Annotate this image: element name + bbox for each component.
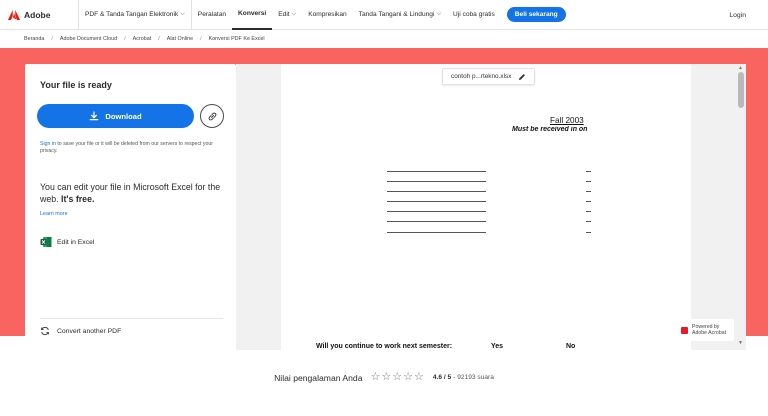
adobe-logo-icon (8, 9, 20, 20)
download-button[interactable]: Download (37, 104, 194, 128)
panel-divider (40, 318, 223, 319)
rating-label: Nilai pengalaman Anda (274, 372, 363, 383)
form-line (387, 211, 486, 212)
adobe-logo[interactable]: Adobe (0, 0, 78, 30)
form-dash (586, 211, 591, 212)
nav-item-konversi[interactable]: Konversi (232, 0, 273, 30)
nav-item-kompresikan[interactable]: Kompresikan (302, 0, 352, 30)
doc-no: No (566, 343, 576, 350)
doc-subtitle: Must be received in on (512, 126, 587, 133)
breadcrumb-separator: / (200, 36, 202, 42)
nav-item-label: Konversi (238, 10, 267, 17)
edit-in-excel-label: Edit in Excel (57, 238, 95, 246)
nav-item-uji-coba[interactable]: Uji coba gratis (447, 0, 501, 30)
powered-line2: Adobe Acrobat (692, 330, 727, 336)
doc-title: Fall 2003 (550, 116, 584, 125)
edit-promo-text: You can edit your file in Microsoft Exce… (40, 181, 230, 205)
excel-icon (40, 237, 52, 247)
star-icon[interactable]: ☆ (403, 372, 413, 383)
nav-item-label: Tanda Tangani & Lindungi (358, 11, 435, 18)
result-panel: Your file is ready Download Sign in to s… (25, 64, 236, 350)
rating-score: 4.6 / 5 (432, 374, 452, 381)
powered-by-badge[interactable]: Powered by Adobe Acrobat (676, 319, 734, 341)
scroll-down-icon[interactable]: ▼ (738, 340, 743, 346)
file-name-pill[interactable]: contoh p...rtekno.xlsx (442, 68, 536, 85)
breadcrumb-item[interactable]: Beranda (24, 36, 44, 42)
form-line (387, 221, 486, 222)
login-link[interactable]: Login (729, 0, 746, 30)
rating-section: Nilai pengalaman Anda ☆ ☆ ☆ ☆ ☆ 4.6 / 5 … (0, 372, 768, 383)
form-dash (586, 171, 591, 172)
rating-votes: - 92193 suara (453, 374, 494, 381)
nav-item-label: Edit (278, 11, 290, 18)
form-line (387, 232, 486, 233)
star-icon[interactable]: ☆ (392, 372, 402, 383)
nav-item-label: PDF & Tanda Tangan Elektronik (85, 11, 179, 18)
star-icon[interactable]: ☆ (414, 372, 424, 383)
form-dash (586, 181, 591, 182)
convert-another-label: Convert another PDF (57, 327, 122, 335)
top-nav: Adobe PDF & Tanda Tangan Elektronik ⌵ Pe… (0, 0, 768, 30)
nav-item-tanda-tangani[interactable]: Tanda Tangani & Lindungi ⌵ (353, 0, 447, 30)
breadcrumb-current: Konversi PDF Ke Excel (208, 36, 265, 42)
buy-now-button[interactable]: Beli sekarang (506, 7, 566, 22)
form-dash (586, 221, 591, 222)
preview-sheet: contoh p...rtekno.xlsx Fall 2003 Must be… (281, 64, 691, 350)
preview-scrollbar[interactable]: ▲ ▼ (736, 64, 746, 350)
panel-title: Your file is ready (40, 80, 112, 90)
edit-promo-free: It's free. (61, 194, 95, 204)
nav-item-label: Uji coba gratis (453, 11, 495, 18)
chevron-down-icon: ⌵ (436, 11, 442, 17)
acrobat-icon (681, 326, 688, 334)
scroll-thumb[interactable] (738, 72, 744, 108)
form-line (387, 201, 486, 202)
form-line (387, 171, 486, 172)
download-icon (89, 111, 99, 121)
form-dash (586, 201, 591, 202)
breadcrumb-separator: / (124, 36, 126, 42)
form-line (387, 191, 486, 192)
refresh-icon (41, 326, 49, 336)
breadcrumb-item[interactable]: Acrobat (133, 36, 152, 42)
star-icon[interactable]: ☆ (370, 372, 380, 383)
learn-more-link[interactable]: Learn more (40, 211, 68, 217)
sign-in-note: Sign in to save your file or it will be … (40, 141, 225, 155)
pencil-icon[interactable] (518, 73, 526, 81)
file-preview: contoh p...rtekno.xlsx Fall 2003 Must be… (236, 64, 746, 350)
form-dash (586, 191, 591, 192)
powered-by-text: Powered by Adobe Acrobat (692, 324, 726, 337)
sign-in-link[interactable]: Sign in (40, 141, 56, 147)
link-icon (208, 112, 216, 120)
chevron-down-icon: ⌵ (180, 11, 185, 17)
file-name: contoh p...rtekno.xlsx (451, 73, 512, 80)
edit-in-excel-button[interactable]: Edit in Excel (40, 236, 94, 248)
breadcrumb-item[interactable]: Adobe Document Cloud (60, 36, 117, 42)
form-line (387, 181, 486, 182)
doc-yes: Yes (491, 343, 504, 350)
scroll-up-icon[interactable]: ▲ (738, 65, 743, 71)
download-label: Download (105, 111, 142, 121)
form-dash (586, 232, 591, 233)
nav-item-pdf-esign[interactable]: PDF & Tanda Tangan Elektronik ⌵ (79, 0, 191, 30)
powered-line1: Powered by (692, 323, 720, 330)
star-icon[interactable]: ☆ (381, 372, 391, 383)
adobe-logo-text: Adobe (24, 9, 51, 20)
nav-item-label: Peralatan (197, 11, 227, 18)
breadcrumb: Beranda / Adobe Document Cloud / Acrobat… (24, 34, 265, 44)
nav-item-edit[interactable]: Edit ⌵ (272, 0, 302, 30)
breadcrumb-item[interactable]: Alat Online (167, 36, 193, 42)
share-link-button[interactable] (200, 104, 224, 128)
breadcrumb-separator: / (51, 36, 53, 42)
breadcrumb-separator: / (158, 36, 160, 42)
sign-in-note-text: to save your file or it will be deleted … (40, 141, 214, 154)
doc-question: Will you continue to work next semester: (316, 343, 453, 350)
convert-another-button[interactable]: Convert another PDF (40, 326, 121, 336)
nav-item-label: Kompresikan (308, 11, 347, 18)
star-rating[interactable]: ☆ ☆ ☆ ☆ ☆ (370, 372, 424, 383)
chevron-down-icon: ⌵ (291, 11, 297, 17)
nav-item-peralatan[interactable]: Peralatan (192, 0, 232, 30)
